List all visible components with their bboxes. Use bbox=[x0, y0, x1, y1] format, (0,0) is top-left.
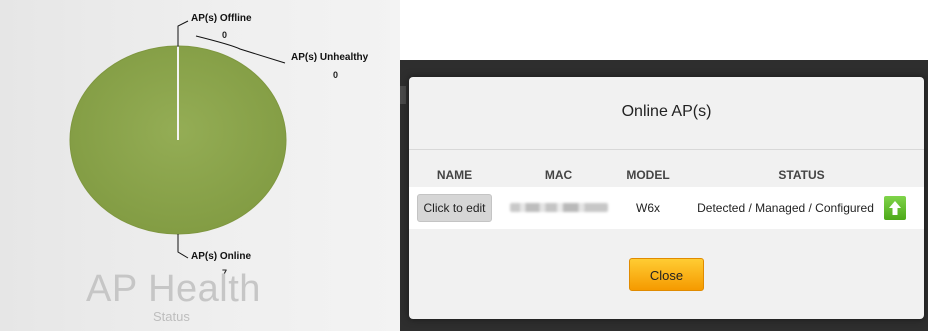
table-row: Click to edit W6x Detected / Managed / C… bbox=[409, 187, 924, 229]
cell-name: Click to edit bbox=[409, 187, 500, 229]
unhealthy-value: 0 bbox=[333, 70, 339, 80]
cell-status: Detected / Managed / Configured bbox=[679, 187, 924, 229]
unhealthy-label: AP(s) Unhealthy bbox=[291, 52, 369, 63]
online-aps-modal: Online AP(s) NAME MAC MODEL STATUS Click… bbox=[409, 77, 924, 319]
col-header-name: NAME bbox=[436, 168, 473, 182]
col-header-status: STATUS bbox=[778, 168, 825, 182]
backdrop-edge bbox=[400, 86, 406, 104]
offline-connector bbox=[177, 20, 189, 47]
status-text: Detected / Managed / Configured bbox=[697, 201, 874, 215]
arrow-up-icon bbox=[883, 196, 906, 220]
online-label: AP(s) Online bbox=[191, 251, 252, 262]
col-header-model: MODEL bbox=[626, 168, 670, 182]
cell-mac bbox=[500, 187, 617, 229]
online-connector bbox=[177, 234, 189, 259]
ap-health-chart: AP(s) Offline 0 AP(s) Unhealthy 0 AP(s) … bbox=[0, 0, 400, 331]
cell-model: W6x bbox=[617, 187, 679, 229]
close-button[interactable]: Close bbox=[629, 258, 704, 291]
chart-title: AP Health bbox=[86, 268, 261, 310]
offline-value: 0 bbox=[222, 30, 228, 40]
mac-address-redacted bbox=[509, 203, 608, 212]
modal-divider bbox=[409, 149, 924, 150]
col-header-mac: MAC bbox=[544, 168, 573, 182]
table-header-row: NAME MAC MODEL STATUS bbox=[409, 163, 924, 187]
modal-title: Online AP(s) bbox=[621, 103, 712, 120]
click-to-edit-button[interactable]: Click to edit bbox=[417, 194, 492, 222]
ap-table: NAME MAC MODEL STATUS Click to edit W6x … bbox=[409, 163, 924, 229]
offline-label: AP(s) Offline bbox=[191, 13, 252, 24]
chart-subtitle: Status bbox=[153, 309, 190, 324]
